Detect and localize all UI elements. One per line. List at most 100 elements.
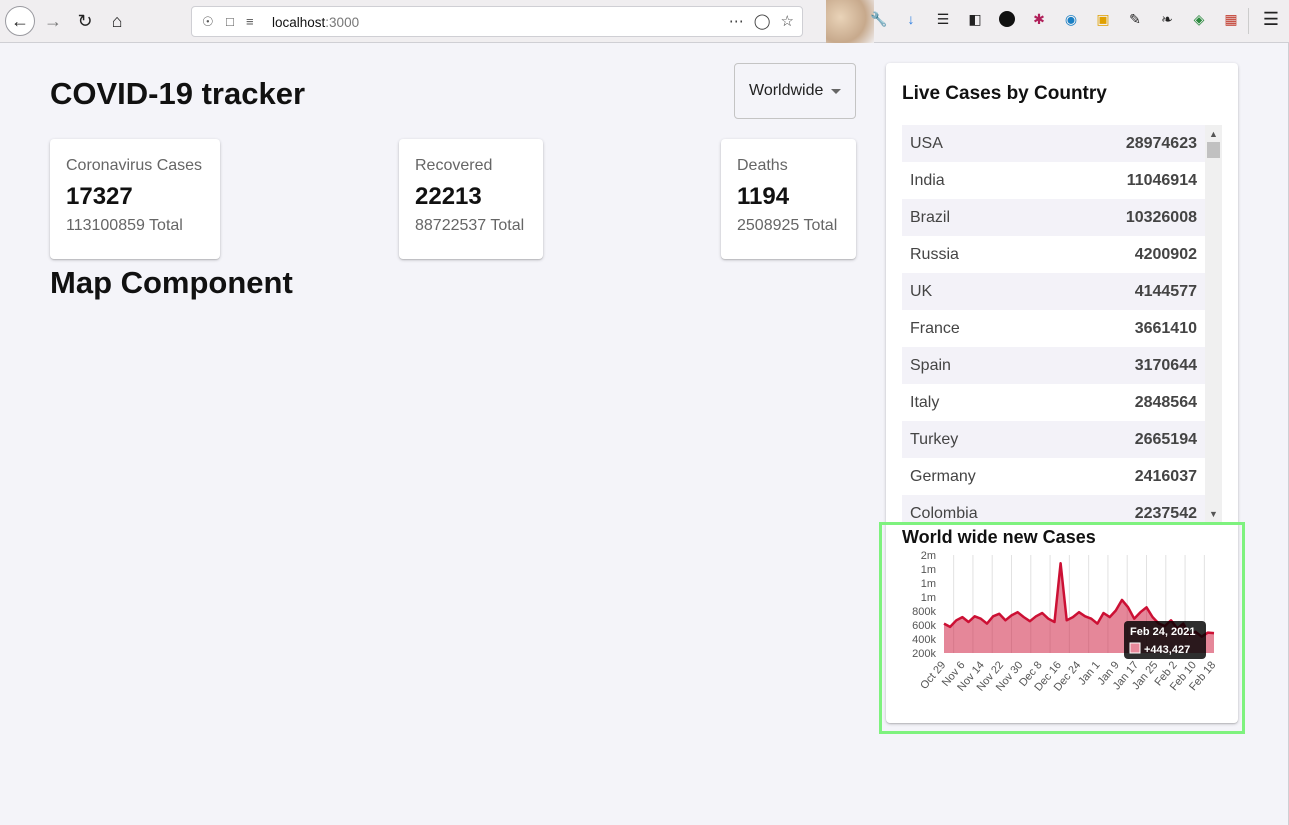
menu-icon[interactable]: ☰ (1263, 9, 1279, 30)
scroll-up-icon[interactable]: ▲ (1205, 127, 1222, 141)
extension-feather-icon[interactable]: ❧ (1156, 8, 1178, 30)
y-tick-label: 1m (921, 564, 936, 576)
country-cases: 4144577 (1134, 282, 1197, 300)
country-cases: 3170644 (1134, 356, 1197, 374)
country-cases: 28974623 (1125, 134, 1197, 152)
chevron-down-icon (831, 89, 841, 94)
info-card-label: Coronavirus Cases (66, 157, 203, 174)
country-name: USA (910, 134, 943, 152)
pocket-icon[interactable]: ◯ (754, 12, 771, 30)
url-host: localhost (272, 15, 326, 30)
info-card-recovered[interactable]: Recovered 22213 88722537 Total (399, 139, 543, 259)
back-arrow-icon[interactable]: ← (5, 6, 35, 36)
table-scrollbar[interactable]: ▲ ▼ (1205, 125, 1222, 523)
shield-icon[interactable]: ☉ (202, 14, 214, 30)
table-row[interactable]: USA 28974623 (902, 125, 1205, 162)
profile-avatar (826, 0, 874, 43)
region-select[interactable]: Worldwide (734, 63, 856, 119)
map-title: Map Component (50, 265, 293, 300)
country-name: France (910, 319, 960, 337)
extension-globe-icon[interactable]: ◉ (1060, 8, 1082, 30)
country-cases: 3661410 (1134, 319, 1197, 337)
table-row[interactable]: Brazil 10326008 (902, 199, 1205, 236)
wrench-icon[interactable]: 🔧 (868, 8, 890, 30)
info-card-total: 88722537 Total (415, 217, 525, 234)
country-name: Colombia (910, 504, 978, 522)
table-row[interactable]: Colombia 2237542 (902, 495, 1205, 523)
address-bar[interactable]: ☉ □ ≡ localhost:3000 ⋯ ◯ ☆ (191, 6, 803, 37)
y-tick-label: 600k (912, 620, 936, 632)
country-name: Brazil (910, 208, 951, 226)
table-row[interactable]: UK 4144577 (902, 273, 1205, 310)
country-cases: 2665194 (1134, 430, 1197, 448)
info-card-label: Deaths (737, 157, 788, 174)
extension-virus-icon[interactable]: ✱ (1028, 8, 1050, 30)
country-cases: 11046914 (1126, 171, 1197, 189)
info-card-total: 113100859 Total (66, 217, 183, 234)
extension-palette-icon[interactable]: ◈ (1188, 8, 1210, 30)
tooltip-value: +443,427 (1144, 644, 1190, 656)
y-tick-label: 2m (921, 550, 936, 562)
scroll-down-icon[interactable]: ▼ (1205, 507, 1222, 521)
permissions-icon[interactable]: ≡ (246, 14, 254, 29)
new-cases-chart[interactable]: 2m1m1m1m800k600k400k200kOct 29Nov 6Nov 1… (886, 549, 1238, 709)
app-title: COVID-19 tracker (50, 76, 306, 111)
table-row[interactable]: Russia 4200902 (902, 236, 1205, 273)
url-text[interactable]: localhost:3000 (272, 15, 359, 30)
table-row[interactable]: France 3661410 (902, 310, 1205, 347)
country-name: Turkey (910, 430, 959, 448)
country-name: Germany (910, 467, 976, 485)
country-cases: 2237542 (1134, 504, 1197, 522)
country-table: USA 28974623 India 11046914 Brazil 10326008 Ru… (902, 125, 1205, 523)
tooltip-swatch (1129, 642, 1141, 654)
country-table-container[interactable]: USA 28974623 India 11046914 Brazil 10326008 Ru… (902, 125, 1222, 523)
info-card-total: 2508925 Total (737, 217, 838, 234)
y-tick-label: 400k (912, 634, 936, 646)
page-icon[interactable]: □ (226, 14, 234, 29)
library-icon[interactable]: ☰ (932, 8, 954, 30)
country-cases: 4200902 (1134, 245, 1197, 263)
extension-image-icon[interactable]: ▦ (1220, 8, 1242, 30)
country-cases: 2416037 (1134, 467, 1197, 485)
url-port: :3000 (325, 15, 360, 30)
extension-twd-icon[interactable] (996, 8, 1018, 30)
table-row[interactable]: Turkey 2665194 (902, 421, 1205, 458)
info-card-value: 1194 (737, 183, 790, 210)
country-name: UK (910, 282, 933, 300)
sidebar-icon[interactable]: ◧ (964, 8, 986, 30)
download-icon[interactable]: ↓ (900, 8, 922, 30)
extension-notes-icon[interactable]: ✎ (1124, 8, 1146, 30)
info-card-value: 22213 (415, 183, 482, 210)
country-name: Italy (910, 393, 940, 411)
country-name: Russia (910, 245, 959, 263)
y-tick-label: 1m (921, 592, 936, 604)
toolbar-divider (1248, 8, 1249, 34)
region-select-value: Worldwide (749, 82, 824, 99)
bookmark-star-icon[interactable]: ☆ (781, 12, 794, 30)
reload-icon[interactable]: ↻ (70, 6, 100, 36)
info-card-deaths[interactable]: Deaths 1194 2508925 Total (721, 139, 856, 259)
browser-toolbar: ← → ↻ ⌂ ☉ □ ≡ localhost:3000 ⋯ ◯ ☆ 🔧 ↓ ☰… (0, 0, 1289, 43)
info-card-cases[interactable]: Coronavirus Cases 17327 113100859 Total (50, 139, 220, 259)
table-row[interactable]: Germany 2416037 (902, 458, 1205, 495)
country-cases: 2848564 (1134, 393, 1197, 411)
info-card-label: Recovered (415, 157, 493, 174)
table-title: Live Cases by Country (902, 83, 1107, 104)
country-name: India (910, 171, 945, 189)
y-tick-label: 1m (921, 578, 936, 590)
y-tick-label: 200k (912, 648, 936, 660)
table-row[interactable]: India 11046914 (902, 162, 1205, 199)
y-tick-label: 800k (912, 606, 936, 618)
right-panel: Live Cases by Country USA 28974623 India 11… (886, 63, 1238, 723)
more-actions-icon[interactable]: ⋯ (729, 12, 744, 30)
country-name: Spain (910, 356, 951, 374)
home-icon[interactable]: ⌂ (102, 6, 132, 36)
graph-title: World wide new Cases (902, 527, 1096, 547)
extension-chart-icon[interactable]: ▣ (1092, 8, 1114, 30)
forward-arrow-icon[interactable]: → (38, 6, 68, 36)
table-row[interactable]: Italy 2848564 (902, 384, 1205, 421)
table-row[interactable]: Spain 3170644 (902, 347, 1205, 384)
scrollbar-thumb[interactable] (1207, 142, 1220, 158)
info-card-value: 17327 (66, 183, 133, 210)
tooltip-date: Feb 24, 2021 (1130, 626, 1195, 638)
